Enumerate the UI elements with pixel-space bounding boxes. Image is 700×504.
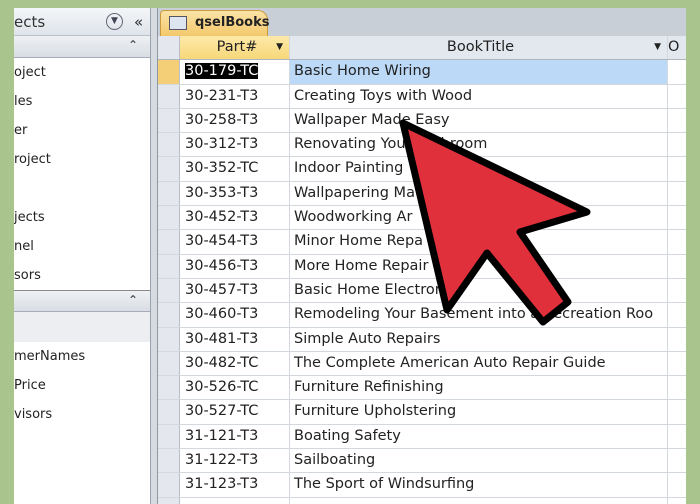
arrow-shape <box>399 119 591 326</box>
red-pointer-arrow <box>399 119 591 326</box>
